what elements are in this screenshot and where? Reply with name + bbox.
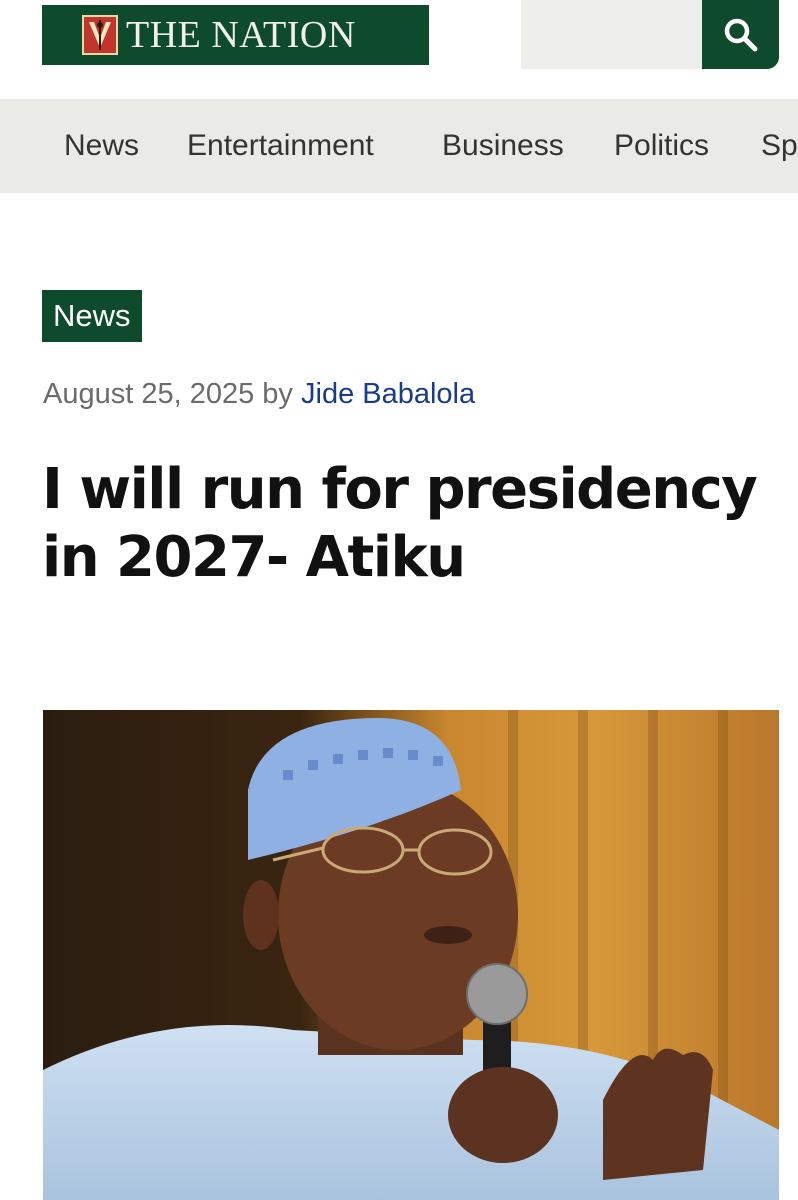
article-photo (43, 710, 779, 1200)
search-input[interactable] (521, 0, 703, 69)
publish-date: August 25, 2025 (43, 378, 255, 410)
nav-item-politics[interactable]: Politics (614, 99, 709, 193)
site-header: THE NATION (0, 0, 798, 99)
nav-item-entertainment[interactable]: Entertainment (187, 99, 374, 193)
site-logo[interactable]: THE NATION (42, 5, 429, 65)
article-page: THE NATION News Entertainment Business P… (0, 0, 798, 1200)
nav-item-news[interactable]: News (64, 99, 139, 193)
author-link[interactable]: Jide Babalola (301, 378, 475, 410)
article-meta: August 25, 2025 by Jide Babalola (43, 378, 475, 411)
search-button[interactable] (702, 0, 779, 69)
logo-emblem-icon (82, 15, 118, 55)
main-nav: News Entertainment Business Politics Sp (0, 99, 798, 193)
category-badge[interactable]: News (42, 290, 142, 342)
search-icon (724, 18, 757, 51)
article-headline: I will run for presidency in 2027- Atiku (42, 457, 758, 590)
byline-prefix: by (262, 378, 293, 410)
logo-text: THE NATION (126, 14, 356, 56)
nav-item-sports[interactable]: Sp (761, 99, 798, 193)
nav-item-business[interactable]: Business (442, 99, 564, 193)
